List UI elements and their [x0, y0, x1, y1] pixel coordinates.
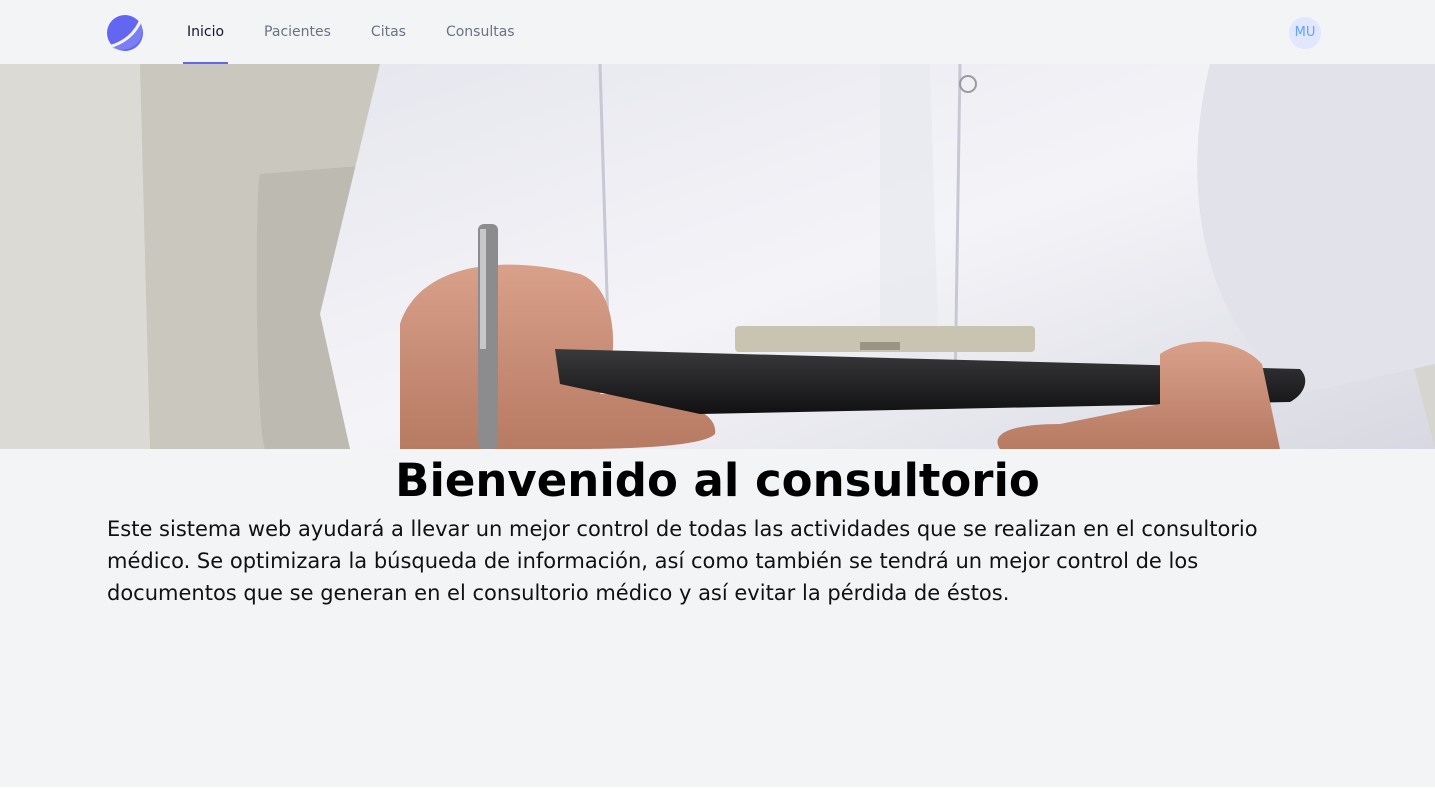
navbar: Inicio Pacientes Citas Consultas MU: [0, 0, 1435, 64]
nav-link-citas[interactable]: Citas: [367, 0, 410, 64]
nav-link-consultas[interactable]: Consultas: [442, 0, 519, 64]
doctor-clipboard-illustration: [0, 64, 1435, 449]
user-avatar[interactable]: MU: [1289, 17, 1321, 49]
crescent-logo-icon: [107, 15, 144, 51]
page-title: Bienvenido al consultorio: [395, 454, 1040, 507]
nav-link-inicio[interactable]: Inicio: [183, 0, 229, 64]
main-nav: Inicio Pacientes Citas Consultas: [183, 0, 551, 64]
nav-link-pacientes[interactable]: Pacientes: [260, 0, 335, 64]
hero-image: [0, 64, 1435, 449]
welcome-description: Este sistema web ayudará a llevar un mej…: [107, 517, 1258, 605]
